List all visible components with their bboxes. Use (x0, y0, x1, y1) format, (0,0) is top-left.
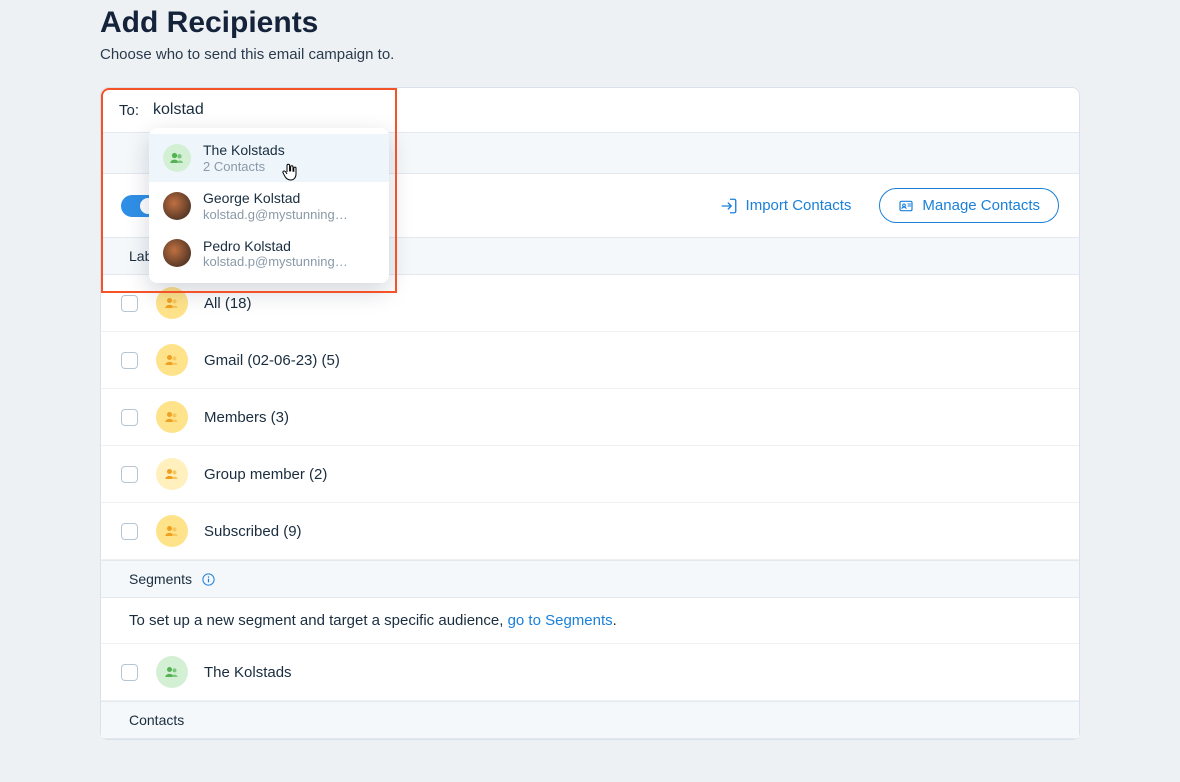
suggestion-item[interactable]: The Kolstads 2 Contacts (149, 134, 389, 182)
segments-section-header: Segments (101, 560, 1079, 598)
manage-contacts-label: Manage Contacts (922, 197, 1040, 214)
main-panel: To: The Kolstads 2 Contacts George K (100, 87, 1080, 740)
import-icon (720, 197, 738, 215)
suggestion-title: George Kolstad (203, 190, 348, 207)
info-icon[interactable] (200, 571, 216, 587)
suggestion-title: Pedro Kolstad (203, 238, 348, 255)
checkbox[interactable] (121, 409, 138, 426)
label-name: All (18) (204, 295, 252, 312)
group-avatar-icon (163, 144, 191, 172)
label-row[interactable]: Group member (2) (101, 446, 1079, 503)
import-contacts-button[interactable]: Import Contacts (720, 197, 852, 215)
suggestion-sub: 2 Contacts (203, 159, 285, 174)
page-subtitle: Choose who to send this email campaign t… (100, 46, 1080, 63)
label-name: Gmail (02-06-23) (5) (204, 352, 340, 369)
label-avatar-icon (156, 287, 188, 319)
suggestion-item[interactable]: George Kolstad kolstad.g@mystunning… (149, 182, 389, 230)
label-row[interactable]: Gmail (02-06-23) (5) (101, 332, 1079, 389)
to-input[interactable] (153, 101, 1061, 119)
segments-section-title: Segments (129, 571, 192, 587)
segment-name: The Kolstads (204, 664, 292, 681)
segments-message: To set up a new segment and target a spe… (101, 598, 1079, 644)
import-contacts-label: Import Contacts (746, 197, 852, 214)
label-row[interactable]: Subscribed (9) (101, 503, 1079, 560)
suggestion-sub: kolstad.g@mystunning… (203, 207, 348, 222)
label-name: Members (3) (204, 409, 289, 426)
to-label: To: (119, 102, 139, 119)
label-avatar-icon (156, 344, 188, 376)
contacts-section-header: Contacts (101, 701, 1079, 739)
suggestion-sub: kolstad.p@mystunning… (203, 254, 348, 269)
go-to-segments-link[interactable]: go to Segments (508, 612, 613, 629)
checkbox[interactable] (121, 523, 138, 540)
to-row: To: The Kolstads 2 Contacts George K (101, 88, 1079, 132)
person-avatar-icon (163, 192, 191, 220)
checkbox[interactable] (121, 664, 138, 681)
checkbox[interactable] (121, 466, 138, 483)
segments-message-suffix: . (613, 612, 617, 629)
person-avatar-icon (163, 239, 191, 267)
label-row[interactable]: All (18) (101, 275, 1079, 332)
suggestion-title: The Kolstads (203, 142, 285, 159)
segments-message-prefix: To set up a new segment and target a spe… (129, 612, 508, 629)
label-avatar-icon (156, 458, 188, 490)
suggestion-item[interactable]: Pedro Kolstad kolstad.p@mystunning… (149, 230, 389, 278)
label-avatar-icon (156, 401, 188, 433)
page-title: Add Recipients (100, 6, 1080, 40)
segment-row[interactable]: The Kolstads (101, 644, 1079, 701)
checkbox[interactable] (121, 295, 138, 312)
suggestions-dropdown: The Kolstads 2 Contacts George Kolstad k… (149, 128, 389, 283)
segment-avatar-icon (156, 656, 188, 688)
label-avatar-icon (156, 515, 188, 547)
contact-card-icon (898, 198, 914, 214)
label-name: Group member (2) (204, 466, 327, 483)
label-row[interactable]: Members (3) (101, 389, 1079, 446)
label-name: Subscribed (9) (204, 523, 302, 540)
manage-contacts-button[interactable]: Manage Contacts (879, 188, 1059, 223)
contacts-section-title: Contacts (129, 712, 184, 728)
checkbox[interactable] (121, 352, 138, 369)
